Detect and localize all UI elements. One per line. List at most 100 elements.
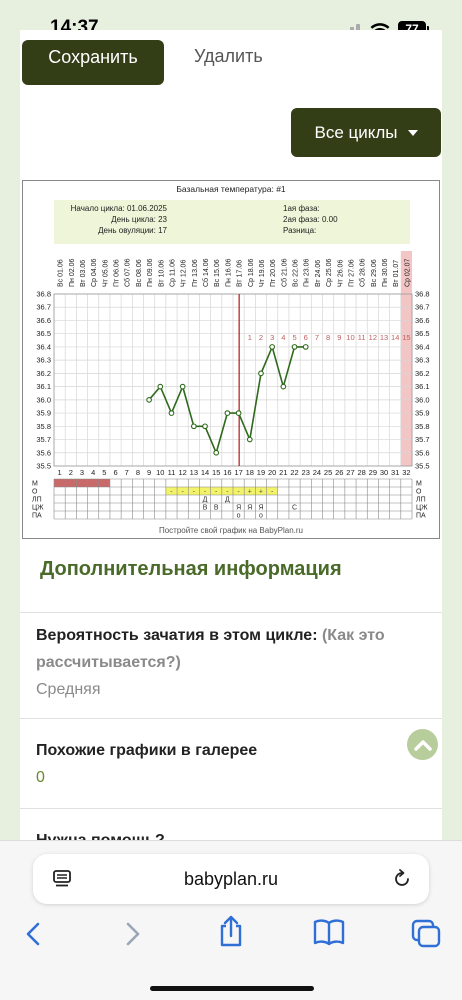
luteal-day-number: 6: [304, 333, 308, 342]
y-tick-left: 36.5: [36, 329, 51, 338]
y-tick-right: 35.7: [415, 435, 430, 444]
cj-mark: В: [203, 505, 208, 512]
date-label: Пт 20.06: [270, 259, 277, 287]
day-number: 24: [313, 468, 321, 477]
luteal-day-number: 5: [292, 333, 296, 342]
y-tick-left: 35.9: [36, 409, 51, 418]
all-cycles-button[interactable]: Все циклы: [291, 108, 441, 157]
day-number: 15: [212, 468, 220, 477]
temperature-point: [157, 383, 164, 390]
luteal-day-number: 15: [402, 333, 410, 342]
pa-mark: о: [237, 513, 241, 520]
date-label: Пн 09.06: [147, 259, 154, 287]
temperature-point: [146, 396, 152, 403]
y-tick-right: 35.6: [415, 448, 430, 457]
y-tick-right: 35.8: [415, 422, 430, 431]
row-label-left: ПА: [32, 513, 42, 520]
date-label: Вс 29.06: [371, 259, 378, 287]
date-label: Вс 22.06: [293, 259, 300, 287]
day-number: 17: [234, 468, 242, 477]
luteal-day-number: 8: [326, 333, 330, 342]
y-tick-right: 35.9: [415, 409, 430, 418]
date-label: Чт 05.06: [102, 260, 109, 287]
scroll-to-top-button[interactable]: [407, 729, 438, 760]
y-tick-right: 36.8: [415, 290, 430, 299]
day-number: 11: [168, 468, 176, 477]
reload-icon[interactable]: [391, 868, 413, 890]
day-number: 28: [357, 468, 365, 477]
y-tick-left: 36.8: [36, 290, 51, 299]
date-label: Сб 21.06: [280, 258, 288, 287]
home-indicator: [150, 986, 314, 991]
date-label: Чт 12.06: [181, 260, 188, 287]
pa-mark: о: [259, 513, 263, 520]
y-tick-left: 35.6: [36, 448, 51, 457]
info-phase1: 1ая фаза:: [283, 204, 320, 213]
temperature-point: [269, 344, 276, 350]
temperature-point: [179, 383, 186, 390]
info-ovulation-day: День овуляции: 17: [98, 226, 167, 235]
menstruation-cell: [76, 479, 88, 487]
bbt-chart: Базальная температура: #1 Начало цикла: 0…: [22, 180, 440, 539]
row-label-right: М: [416, 481, 422, 488]
share-icon[interactable]: [216, 914, 246, 948]
date-label: Сб 28.06: [359, 258, 367, 287]
date-label: Вс 15.06: [214, 259, 221, 287]
y-tick-left: 36.6: [36, 316, 51, 325]
day-number: 19: [257, 468, 265, 477]
bookmarks-icon[interactable]: [312, 918, 346, 946]
menstruation-cell: [54, 479, 66, 487]
mucus-mark: +: [259, 489, 263, 496]
cj-mark: Я: [258, 505, 263, 512]
luteal-day-number: 2: [259, 333, 263, 342]
info-phase2: 2ая фаза: 0.00: [283, 215, 338, 224]
row-label-left: М: [32, 481, 38, 488]
y-tick-right: 36.7: [415, 303, 430, 312]
y-tick-right: 36.4: [415, 342, 430, 351]
date-label: Ср 11.06: [169, 259, 176, 287]
day-number: 2: [69, 468, 73, 477]
info-cycle-day: День цикла: 23: [111, 215, 167, 224]
address-bar[interactable]: babyplan.ru: [33, 854, 429, 904]
tabs-icon[interactable]: [410, 918, 442, 948]
menstruation-cell: [65, 479, 77, 487]
temperature-point: [224, 410, 231, 416]
day-number: 25: [324, 468, 332, 477]
delete-button[interactable]: Удалить: [194, 46, 263, 67]
mucus-mark: +: [248, 489, 252, 496]
save-button[interactable]: Сохранить: [22, 40, 164, 85]
chevron-up-icon: [413, 739, 432, 751]
luteal-day-number: 7: [315, 333, 319, 342]
day-number: 8: [136, 468, 140, 477]
day-number: 22: [290, 468, 298, 477]
lp-mark: Д: [225, 497, 230, 504]
cj-mark: Я: [247, 505, 252, 512]
chart-footer: Постройте свой график на BabyPlan.ru: [159, 526, 303, 535]
row-label-left: ЛП: [32, 497, 42, 504]
similar-value[interactable]: 0: [36, 764, 426, 791]
temperature-point: [213, 449, 220, 456]
y-tick-right: 36.3: [415, 356, 430, 365]
back-icon[interactable]: [22, 920, 46, 948]
probability-question: Вероятность зачатия в этом цикле: (Как э…: [36, 622, 426, 676]
day-number: 12: [178, 468, 186, 477]
temperature-point: [280, 383, 287, 390]
y-tick-right: 36.5: [415, 329, 430, 338]
forward-icon[interactable]: [120, 920, 144, 948]
date-label: Ср 18.06: [248, 258, 255, 287]
probability-value: Средняя: [36, 681, 101, 698]
day-number: 29: [369, 468, 377, 477]
day-number: 3: [80, 468, 84, 477]
date-label: Вс 08.06: [136, 259, 143, 287]
luteal-day-number: 9: [337, 333, 341, 342]
date-label: Ср 25.06: [326, 258, 333, 287]
day-number: 23: [302, 468, 310, 477]
y-tick-right: 36.1: [415, 382, 430, 391]
day-number: 21: [279, 468, 287, 477]
section-title: Дополнительная информация: [40, 558, 342, 580]
day-number: 16: [223, 468, 231, 477]
day-number: 6: [113, 468, 117, 477]
day-number: 9: [147, 468, 151, 477]
bbt-chart-svg: Базальная температура: #1 Начало цикла: 0…: [32, 184, 430, 535]
row-label-right: ПА: [416, 513, 426, 520]
